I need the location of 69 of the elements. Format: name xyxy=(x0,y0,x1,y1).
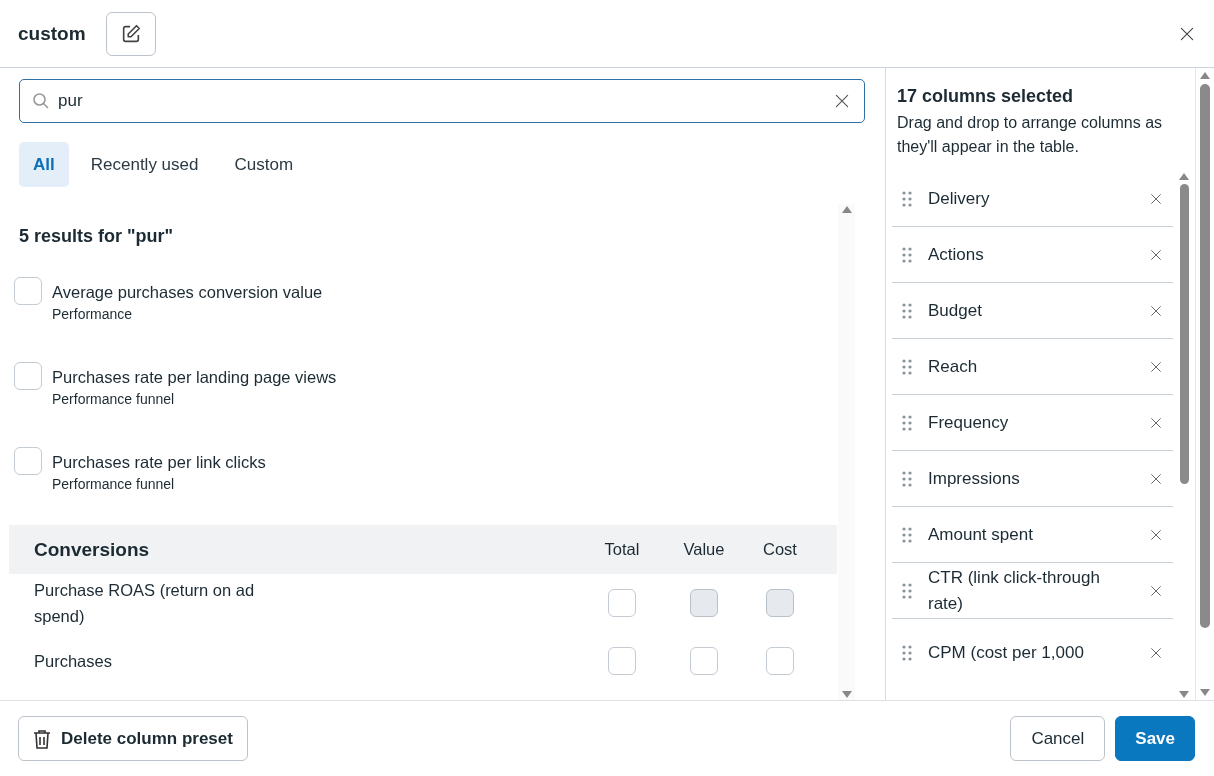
search-field[interactable]: pur xyxy=(19,79,865,123)
remove-icon[interactable] xyxy=(1149,191,1163,206)
scroll-up-arrow-icon[interactable] xyxy=(1178,171,1190,181)
metric-label: Purchases xyxy=(34,651,113,672)
column-name: Actions xyxy=(928,243,985,266)
scroll-up-arrow-icon[interactable] xyxy=(1199,70,1211,80)
scroll-up-arrow-icon[interactable] xyxy=(840,204,853,214)
remove-icon[interactable] xyxy=(1149,583,1163,598)
clear-icon[interactable] xyxy=(833,92,851,110)
scrollbar[interactable] xyxy=(838,204,855,700)
filter-tab[interactable]: All xyxy=(19,142,69,187)
search-icon xyxy=(32,92,50,110)
checkbox[interactable] xyxy=(608,589,636,617)
column-name: CTR (link click-through rate) xyxy=(928,566,1101,615)
scroll-down-arrow-icon[interactable] xyxy=(1178,690,1190,700)
remove-icon[interactable] xyxy=(1149,645,1163,660)
column-header: Cost xyxy=(762,540,798,559)
column-name: CPM (cost per 1,000 xyxy=(928,641,1085,664)
checkbox[interactable] xyxy=(766,647,794,675)
metric-category: Performance funnel xyxy=(52,476,176,492)
drag-handle-icon[interactable] xyxy=(902,302,912,319)
metric-label: Purchase ROAS (return on ad spend) xyxy=(34,580,256,627)
metric-label: Average purchases conversion value xyxy=(52,283,323,302)
scrollbar[interactable] xyxy=(1177,171,1191,700)
drag-handle-icon[interactable] xyxy=(902,470,912,487)
remove-icon[interactable] xyxy=(1149,247,1163,262)
checkbox[interactable] xyxy=(608,647,636,675)
column-name: Budget xyxy=(928,299,983,322)
checkbox[interactable] xyxy=(14,447,42,475)
remove-icon[interactable] xyxy=(1149,527,1163,542)
metric-label: Purchases rate per landing page views xyxy=(52,368,337,387)
checkbox[interactable] xyxy=(14,362,42,390)
column-name: Amount spent xyxy=(928,523,1034,546)
metric-label: Purchases rate per link clicks xyxy=(52,453,266,472)
column-name: Reach xyxy=(928,355,979,378)
edit-button[interactable] xyxy=(105,11,156,56)
metric-category: Performance xyxy=(52,306,134,322)
drag-handle-icon[interactable] xyxy=(902,526,912,543)
drag-handle-icon[interactable] xyxy=(902,414,912,431)
remove-icon[interactable] xyxy=(1149,415,1163,430)
remove-icon[interactable] xyxy=(1149,359,1163,374)
scroll-down-arrow-icon[interactable] xyxy=(840,690,853,700)
column-name: Impressions xyxy=(928,467,1021,490)
column-name: Delivery xyxy=(928,187,991,210)
panel-description: Drag and drop to arrange columns as they'll appear in the table. xyxy=(897,113,1164,157)
scroll-down-arrow-icon[interactable] xyxy=(1199,688,1211,698)
drag-handle-icon[interactable] xyxy=(902,246,912,263)
remove-icon[interactable] xyxy=(1149,303,1163,318)
column-name: Frequency xyxy=(928,411,1010,434)
checkbox[interactable] xyxy=(690,647,718,675)
drag-handle-icon[interactable] xyxy=(902,644,912,661)
remove-icon[interactable] xyxy=(1149,471,1163,486)
checkbox[interactable] xyxy=(14,277,42,305)
delete-preset-button[interactable]: Delete column preset xyxy=(18,716,248,761)
filter-tab[interactable]: Recently used xyxy=(76,142,213,187)
drag-handle-icon[interactable] xyxy=(902,190,912,207)
dialog-title: custom xyxy=(18,22,86,45)
trash-icon xyxy=(33,728,51,749)
column-header: Value xyxy=(682,540,726,559)
save-button[interactable]: Save xyxy=(1115,716,1195,761)
drag-handle-icon[interactable] xyxy=(902,358,912,375)
drag-handle-icon[interactable] xyxy=(902,582,912,599)
filter-tab[interactable]: Custom xyxy=(220,142,308,187)
column-header: Total xyxy=(603,540,641,559)
results-heading: 5 results for "pur" xyxy=(19,226,175,247)
section-title: Conversions xyxy=(34,538,151,561)
panel-title: 17 columns selected xyxy=(897,86,1075,107)
metric-category: Performance funnel xyxy=(52,391,176,407)
cancel-button[interactable]: Cancel xyxy=(1010,716,1106,761)
